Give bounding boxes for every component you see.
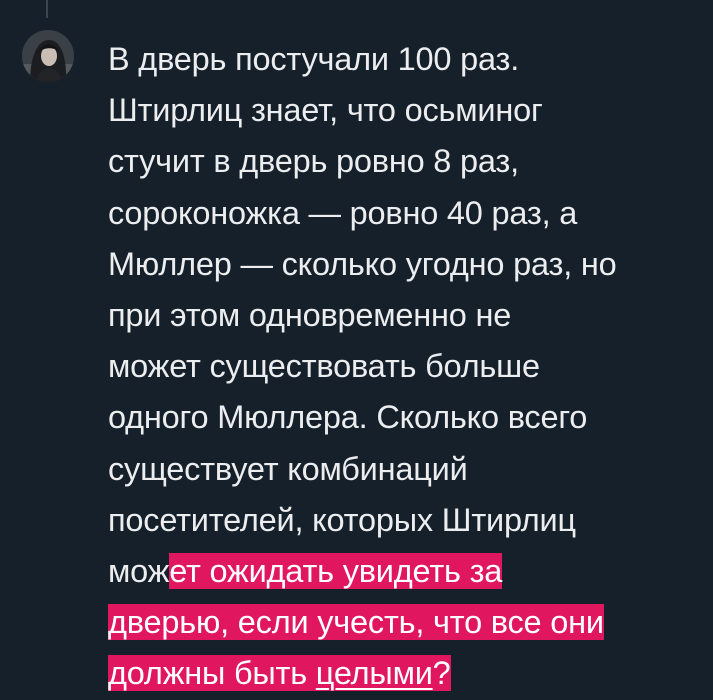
underlined-word: целыми bbox=[315, 655, 433, 692]
post-line: сороконожка — ровно 40 раз, а bbox=[108, 194, 578, 231]
post-line: Штирлиц знает, что осьминог bbox=[108, 92, 543, 129]
post-text: В дверь постучали 100 раз. Штирлиц знает… bbox=[108, 34, 698, 700]
highlighted-punctuation: ? bbox=[432, 655, 451, 692]
highlighted-line: ет ожидать увидеть за bbox=[169, 553, 503, 590]
post-line: существует комбинаций bbox=[108, 450, 468, 487]
thread-connector-line bbox=[46, 0, 48, 18]
highlighted-line: дверью, если учесть, что все они bbox=[108, 604, 604, 641]
post-line: мож bbox=[108, 553, 170, 590]
avatar[interactable] bbox=[22, 30, 74, 82]
highlighted-line: должны быть bbox=[108, 655, 316, 692]
post-line: при этом одновременно не bbox=[108, 297, 512, 334]
avatar-image bbox=[22, 30, 74, 82]
post-line: может существовать больше bbox=[108, 348, 540, 385]
post-line: одного Мюллера. Сколько всего bbox=[108, 399, 588, 436]
post-body: В дверь постучали 100 раз. Штирлиц знает… bbox=[108, 34, 698, 700]
post-line: стучит в дверь ровно 8 раз, bbox=[108, 143, 519, 180]
post-line: Мюллер — сколько угодно раз, но bbox=[108, 245, 617, 282]
highlighted-text[interactable]: ет ожидать увидеть за дверью, если учесть… bbox=[108, 553, 604, 692]
post-line: В дверь постучали 100 раз. bbox=[108, 41, 520, 77]
post-line: посетителей, которых Штирлиц bbox=[108, 501, 576, 538]
